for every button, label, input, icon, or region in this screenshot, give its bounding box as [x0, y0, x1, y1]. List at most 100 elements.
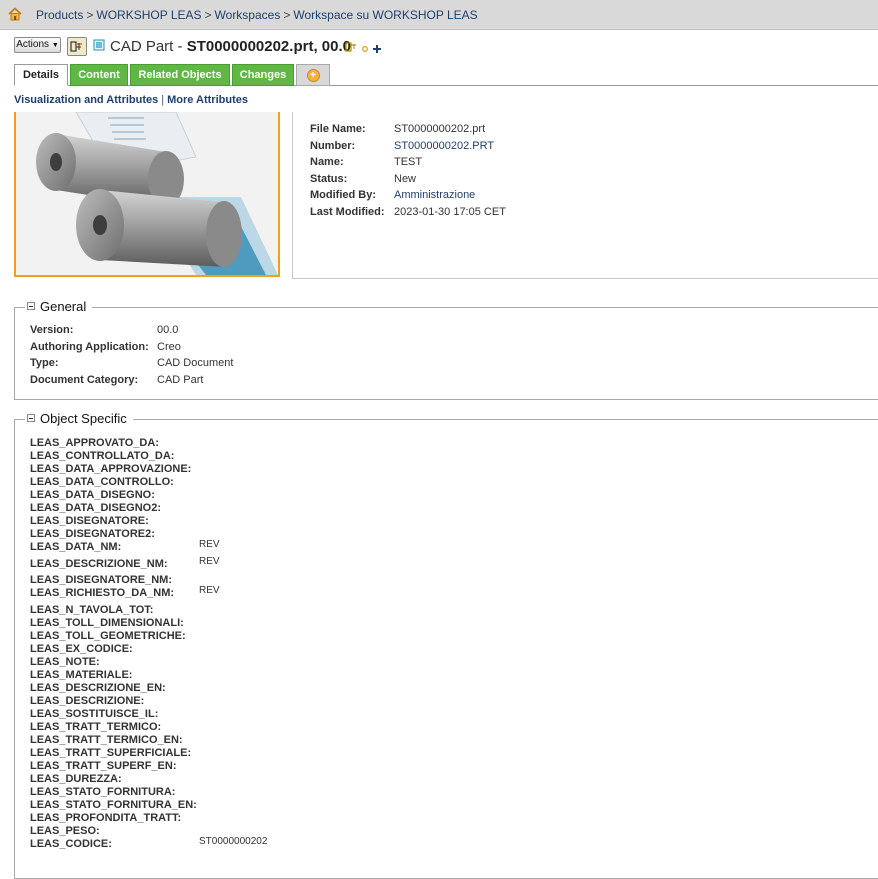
attribute-label: Version: [30, 324, 74, 336]
add-icon[interactable] [373, 45, 381, 53]
tab-changes[interactable]: Changes [232, 64, 294, 86]
visualization-attributes-link[interactable]: Visualization and Attributes [14, 94, 158, 106]
attribute-label: LEAS_APPROVATO_DA: [30, 437, 159, 449]
attribute-label: LEAS_DISEGNATORE: [30, 515, 149, 527]
attribute-label: Name: [310, 156, 344, 168]
actions-button-label: Actions [16, 39, 50, 50]
actions-button[interactable]: Actions ▼ [14, 37, 61, 53]
attribute-label: LEAS_SOSTITUISCE_IL: [30, 707, 159, 720]
collapse-icon[interactable] [27, 302, 35, 310]
attribute-label: LEAS_MATERIALE: [30, 668, 133, 681]
attribute-label: LEAS_DATA_CONTROLLO: [30, 476, 174, 488]
attribute-label: LEAS_PROFONDITA_TRATT: [30, 811, 182, 824]
breadcrumb-workshop-leas[interactable]: WORKSHOP LEAS [96, 8, 201, 22]
summary-panel: File Name: ST0000000202.prt Number: ST0000… [292, 112, 878, 279]
general-legend[interactable]: General [25, 299, 93, 314]
attribute-row: LEAS_RICHIESTO_DA_NM: REV [30, 585, 430, 604]
attribute-row: LEAS_TRATT_SUPERF_EN: [30, 760, 430, 773]
attribute-value: REV [199, 555, 220, 567]
attribute-label: LEAS_STATO_FORNITURA_EN: [30, 798, 197, 811]
attribute-label: Modified By: [310, 189, 376, 201]
home-icon[interactable] [8, 7, 22, 21]
attribute-row: LEAS_DATA_APPROVAZIONE: [30, 463, 430, 476]
object-header: Actions ▼ CAD Part - ST0000000202.prt, 0… [14, 37, 874, 57]
attribute-label: LEAS_DUREZZA: [30, 772, 122, 785]
workspace-icon[interactable] [345, 42, 356, 52]
attribute-row: LEAS_TRATT_TERMICO_EN: [30, 734, 430, 747]
attribute-label: LEAS_DESCRIZIONE_NM: [30, 557, 168, 570]
breadcrumb-workspaces[interactable]: Workspaces [215, 8, 281, 22]
attribute-row: LEAS_APPROVATO_DA: [30, 437, 430, 450]
subnav: Visualization and Attributes | More Attrib… [14, 94, 248, 106]
status-dot-icon [362, 46, 368, 52]
attribute-row: LEAS_DISEGNATORE2: [30, 528, 430, 541]
structure-view-button[interactable] [67, 37, 87, 56]
attribute-row: LEAS_DATA_DISEGNO2: [30, 502, 430, 515]
number-link[interactable]: ST0000000202.PRT [394, 140, 494, 152]
attribute-row: LEAS_DESCRIZIONE: [30, 695, 430, 708]
attribute-value: CAD Part [157, 373, 204, 386]
object-specific-legend[interactable]: Object Specific [25, 411, 133, 426]
object-specific-section: Object Specific LEAS_APPROVATO_DA: LEAS_C… [14, 411, 878, 879]
attribute-label: LEAS_TOLL_DIMENSIONALI: [30, 616, 184, 629]
attribute-row: LEAS_DESCRIZIONE_EN: [30, 682, 430, 695]
attribute-label: LEAS_TRATT_SUPERF_EN: [30, 759, 177, 772]
attribute-value: Creo [157, 340, 181, 353]
attribute-label: LEAS_DESCRIZIONE: [30, 694, 145, 707]
more-attributes-link[interactable]: More Attributes [167, 94, 248, 106]
attribute-value: CAD Document [157, 357, 234, 369]
attribute-label: LEAS_RICHIESTO_DA_NM: [30, 587, 175, 599]
attribute-row: LEAS_TOLL_DIMENSIONALI: [30, 617, 430, 630]
attribute-value: ST0000000202.prt [394, 123, 486, 135]
collapse-icon[interactable] [27, 414, 35, 422]
page-title: CAD Part - ST0000000202.prt, 00.0 [110, 38, 351, 55]
attribute-label: LEAS_EX_CODICE: [30, 642, 133, 655]
breadcrumb-separator: > [204, 8, 212, 22]
attribute-label: LEAS_DISEGNATORE2: [30, 528, 155, 540]
attribute-row: LEAS_DATA_NM: REV [30, 539, 430, 558]
attribute-label: LEAS_DATA_APPROVAZIONE: [30, 463, 192, 475]
attribute-value: New [394, 172, 417, 185]
add-tab-icon: + [306, 69, 320, 82]
chevron-down-icon: ▼ [51, 42, 59, 49]
attribute-label: LEAS_TRATT_SUPERFICIALE: [30, 746, 192, 759]
attribute-row: LEAS_N_TAVOLA_TOT: [30, 604, 430, 617]
breadcrumb-separator: > [86, 8, 94, 22]
attribute-row: LEAS_DUREZZA: [30, 773, 430, 786]
attribute-label: LEAS_TRATT_TERMICO_EN: [30, 733, 183, 746]
breadcrumb: Products > WORKSHOP LEAS > Workspaces > Worksp… [36, 8, 478, 22]
attribute-row: LEAS_NOTE: [30, 656, 430, 669]
tab-content[interactable]: Content [70, 64, 128, 86]
attribute-label: LEAS_CODICE: [30, 837, 112, 850]
breadcrumb-workspace[interactable]: Workspace su WORKSHOP LEAS [293, 8, 477, 22]
attribute-value: 00.0 [157, 324, 179, 336]
attribute-label: LEAS_DATA_DISEGNO2: [30, 502, 162, 514]
breadcrumb-separator: > [283, 8, 291, 22]
attribute-label: Number: [310, 139, 356, 152]
add-tab-button[interactable]: + [296, 64, 330, 86]
attribute-value: ST0000000202 [199, 835, 268, 847]
attribute-label: LEAS_N_TAVOLA_TOT: [30, 603, 154, 616]
tab-related-objects[interactable]: Related Objects [130, 64, 230, 86]
attribute-row: LEAS_TRATT_SUPERFICIALE: [30, 747, 430, 760]
tab-details[interactable]: Details [14, 64, 68, 86]
attribute-row: LEAS_CONTROLLATO_DA: [30, 450, 430, 463]
modified-by-link[interactable]: Amministrazione [394, 189, 475, 201]
attribute-label: Last Modified: [310, 205, 385, 218]
attribute-label: LEAS_DATA_DISEGNO: [30, 489, 155, 501]
breadcrumb-bar: Products > WORKSHOP LEAS > Workspaces > Worksp… [0, 0, 878, 30]
attribute-label: Status: [310, 172, 348, 185]
attribute-row: LEAS_PROFONDITA_TRATT: [30, 812, 430, 825]
attribute-label: LEAS_DATA_NM: [30, 541, 122, 553]
attribute-row: LEAS_DISEGNATORE: [30, 515, 430, 528]
attribute-label: LEAS_TOLL_GEOMETRICHE: [30, 629, 186, 642]
breadcrumb-products[interactable]: Products [36, 8, 83, 22]
thumbnail-image[interactable] [14, 112, 280, 277]
object-name: ST0000000202.prt, 00.0 [186, 38, 351, 55]
attribute-value: REV [199, 539, 220, 550]
attribute-row: LEAS_DISEGNATORE_NM: [30, 574, 430, 587]
attribute-label: LEAS_CONTROLLATO_DA: [30, 450, 175, 462]
attribute-row: LEAS_SOSTITUISCE_IL: [30, 708, 430, 721]
attribute-label: Type: [30, 357, 59, 369]
attribute-row: LEAS_CODICE: ST0000000202 [30, 835, 430, 855]
